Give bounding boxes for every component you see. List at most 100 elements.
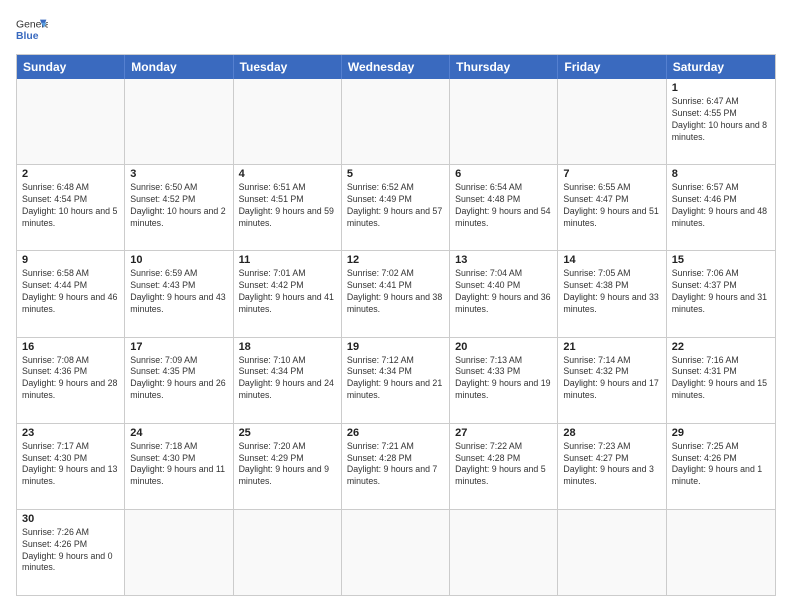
day-number: 30 (22, 513, 119, 525)
cell-sun-info: Sunrise: 7:21 AM Sunset: 4:28 PM Dayligh… (347, 441, 444, 489)
calendar-cell (17, 79, 125, 164)
cell-sun-info: Sunrise: 7:12 AM Sunset: 4:34 PM Dayligh… (347, 355, 444, 403)
calendar-cell (450, 510, 558, 595)
calendar-cell: 6Sunrise: 6:54 AM Sunset: 4:48 PM Daylig… (450, 165, 558, 250)
calendar-cell (125, 510, 233, 595)
calendar-cell: 29 Sunrise: 7:25 AM Sunset: 4:26 PM Dayli… (667, 424, 775, 509)
calendar-header-day: Monday (125, 55, 233, 79)
calendar-cell: 10 Sunrise: 6:59 AM Sunset: 4:43 PM Dayli… (125, 251, 233, 336)
day-number: 29 (672, 427, 770, 439)
day-number: 9 (22, 254, 119, 266)
calendar-header: SundayMondayTuesdayWednesdayThursdayFrid… (17, 55, 775, 79)
calendar-cell: 28Sunrise: 7:23 AM Sunset: 4:27 PM Dayli… (558, 424, 666, 509)
day-number: 14 (563, 254, 660, 266)
calendar-header-day: Sunday (17, 55, 125, 79)
day-number: 10 (130, 254, 227, 266)
day-number: 26 (347, 427, 444, 439)
cell-sun-info: Sunrise: 6:50 AM Sunset: 4:52 PM Dayligh… (130, 182, 227, 230)
calendar-body: 1 Sunrise: 6:47 AM Sunset: 4:55 PM Daylig… (17, 79, 775, 595)
day-number: 5 (347, 168, 444, 180)
day-number: 13 (455, 254, 552, 266)
calendar-row: 1 Sunrise: 6:47 AM Sunset: 4:55 PM Daylig… (17, 79, 775, 164)
calendar-cell: 15Sunrise: 7:06 AM Sunset: 4:37 PM Dayli… (667, 251, 775, 336)
day-number: 11 (239, 254, 336, 266)
calendar-cell: 11 Sunrise: 7:01 AM Sunset: 4:42 PM Dayli… (234, 251, 342, 336)
calendar-cell: 7 Sunrise: 6:55 AM Sunset: 4:47 PM Daylig… (558, 165, 666, 250)
calendar-cell: 27 Sunrise: 7:22 AM Sunset: 4:28 PM Dayli… (450, 424, 558, 509)
calendar-cell: 13 Sunrise: 7:04 AM Sunset: 4:40 PM Dayli… (450, 251, 558, 336)
cell-sun-info: Sunrise: 6:48 AM Sunset: 4:54 PM Dayligh… (22, 182, 119, 230)
header: General Blue (16, 16, 776, 44)
calendar-header-day: Friday (558, 55, 666, 79)
calendar-header-day: Tuesday (234, 55, 342, 79)
day-number: 25 (239, 427, 336, 439)
calendar-cell (558, 510, 666, 595)
day-number: 17 (130, 341, 227, 353)
day-number: 28 (563, 427, 660, 439)
calendar-row: 2Sunrise: 6:48 AM Sunset: 4:54 PM Daylig… (17, 164, 775, 250)
day-number: 7 (563, 168, 660, 180)
cell-sun-info: Sunrise: 6:57 AM Sunset: 4:46 PM Dayligh… (672, 182, 770, 230)
cell-sun-info: Sunrise: 7:14 AM Sunset: 4:32 PM Dayligh… (563, 355, 660, 403)
calendar-cell: 9 Sunrise: 6:58 AM Sunset: 4:44 PM Daylig… (17, 251, 125, 336)
calendar-cell (558, 79, 666, 164)
calendar-cell: 8Sunrise: 6:57 AM Sunset: 4:46 PM Daylig… (667, 165, 775, 250)
cell-sun-info: Sunrise: 7:25 AM Sunset: 4:26 PM Dayligh… (672, 441, 770, 489)
cell-sun-info: Sunrise: 7:18 AM Sunset: 4:30 PM Dayligh… (130, 441, 227, 489)
day-number: 20 (455, 341, 552, 353)
cell-sun-info: Sunrise: 7:20 AM Sunset: 4:29 PM Dayligh… (239, 441, 336, 489)
calendar-cell: 2Sunrise: 6:48 AM Sunset: 4:54 PM Daylig… (17, 165, 125, 250)
day-number: 21 (563, 341, 660, 353)
day-number: 24 (130, 427, 227, 439)
cell-sun-info: Sunrise: 7:13 AM Sunset: 4:33 PM Dayligh… (455, 355, 552, 403)
calendar-cell: 19 Sunrise: 7:12 AM Sunset: 4:34 PM Dayli… (342, 338, 450, 423)
cell-sun-info: Sunrise: 6:54 AM Sunset: 4:48 PM Dayligh… (455, 182, 552, 230)
cell-sun-info: Sunrise: 7:01 AM Sunset: 4:42 PM Dayligh… (239, 268, 336, 316)
calendar-row: 30Sunrise: 7:26 AM Sunset: 4:26 PM Dayli… (17, 509, 775, 595)
cell-sun-info: Sunrise: 7:08 AM Sunset: 4:36 PM Dayligh… (22, 355, 119, 403)
cell-sun-info: Sunrise: 6:55 AM Sunset: 4:47 PM Dayligh… (563, 182, 660, 230)
logo: General Blue (16, 16, 48, 44)
calendar-cell: 17 Sunrise: 7:09 AM Sunset: 4:35 PM Dayli… (125, 338, 233, 423)
calendar-cell (667, 510, 775, 595)
calendar-cell: 1 Sunrise: 6:47 AM Sunset: 4:55 PM Daylig… (667, 79, 775, 164)
cell-sun-info: Sunrise: 6:51 AM Sunset: 4:51 PM Dayligh… (239, 182, 336, 230)
cell-sun-info: Sunrise: 7:17 AM Sunset: 4:30 PM Dayligh… (22, 441, 119, 489)
day-number: 4 (239, 168, 336, 180)
calendar-cell (125, 79, 233, 164)
cell-sun-info: Sunrise: 7:02 AM Sunset: 4:41 PM Dayligh… (347, 268, 444, 316)
calendar-cell: 5Sunrise: 6:52 AM Sunset: 4:49 PM Daylig… (342, 165, 450, 250)
day-number: 18 (239, 341, 336, 353)
calendar-cell: 23Sunrise: 7:17 AM Sunset: 4:30 PM Dayli… (17, 424, 125, 509)
calendar-cell: 14 Sunrise: 7:05 AM Sunset: 4:38 PM Dayli… (558, 251, 666, 336)
cell-sun-info: Sunrise: 6:59 AM Sunset: 4:43 PM Dayligh… (130, 268, 227, 316)
calendar-cell: 24 Sunrise: 7:18 AM Sunset: 4:30 PM Dayli… (125, 424, 233, 509)
calendar-cell (234, 79, 342, 164)
cell-sun-info: Sunrise: 7:04 AM Sunset: 4:40 PM Dayligh… (455, 268, 552, 316)
day-number: 22 (672, 341, 770, 353)
calendar-cell: 20 Sunrise: 7:13 AM Sunset: 4:33 PM Dayli… (450, 338, 558, 423)
cell-sun-info: Sunrise: 7:22 AM Sunset: 4:28 PM Dayligh… (455, 441, 552, 489)
cell-sun-info: Sunrise: 6:58 AM Sunset: 4:44 PM Dayligh… (22, 268, 119, 316)
calendar-cell (234, 510, 342, 595)
day-number: 15 (672, 254, 770, 266)
calendar-row: 9 Sunrise: 6:58 AM Sunset: 4:44 PM Daylig… (17, 250, 775, 336)
day-number: 12 (347, 254, 444, 266)
generalblue-logo-icon: General Blue (16, 16, 48, 44)
calendar-cell: 25 Sunrise: 7:20 AM Sunset: 4:29 PM Dayli… (234, 424, 342, 509)
cell-sun-info: Sunrise: 6:47 AM Sunset: 4:55 PM Dayligh… (672, 96, 770, 144)
cell-sun-info: Sunrise: 7:05 AM Sunset: 4:38 PM Dayligh… (563, 268, 660, 316)
calendar: SundayMondayTuesdayWednesdayThursdayFrid… (16, 54, 776, 596)
calendar-cell: 30Sunrise: 7:26 AM Sunset: 4:26 PM Dayli… (17, 510, 125, 595)
calendar-cell (450, 79, 558, 164)
calendar-cell (342, 510, 450, 595)
day-number: 1 (672, 82, 770, 94)
calendar-row: 23Sunrise: 7:17 AM Sunset: 4:30 PM Dayli… (17, 423, 775, 509)
calendar-cell: 12 Sunrise: 7:02 AM Sunset: 4:41 PM Dayli… (342, 251, 450, 336)
page: General Blue SundayMondayTuesdayWednesda… (0, 0, 792, 612)
calendar-cell: 18Sunrise: 7:10 AM Sunset: 4:34 PM Dayli… (234, 338, 342, 423)
cell-sun-info: Sunrise: 7:09 AM Sunset: 4:35 PM Dayligh… (130, 355, 227, 403)
day-number: 19 (347, 341, 444, 353)
day-number: 27 (455, 427, 552, 439)
calendar-header-day: Wednesday (342, 55, 450, 79)
